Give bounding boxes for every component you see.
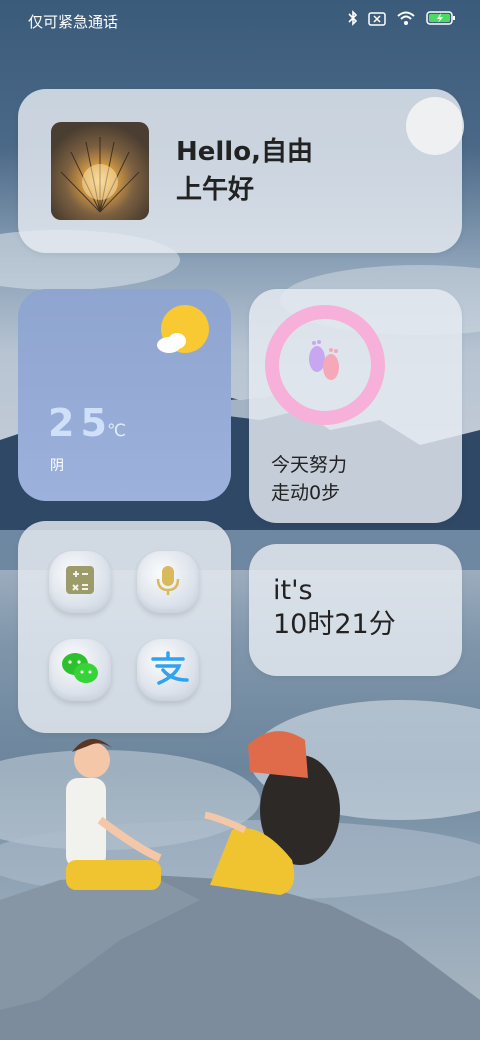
clock-text: it's 10时21分	[273, 574, 396, 642]
temperature: 25	[48, 401, 113, 445]
steps-line-1: 今天努力	[271, 454, 348, 476]
calculator-app-button[interactable]	[49, 551, 111, 613]
weather-condition: 阴	[50, 458, 64, 474]
greeting-widget[interactable]: Hello,自由 上午好	[18, 89, 464, 253]
steps-widget[interactable]: 今天努力 走动0步	[249, 289, 462, 523]
wechat-app-button[interactable]	[49, 639, 111, 701]
no-sim-icon	[368, 11, 386, 30]
clock-line-2: 10时21分	[273, 609, 396, 640]
wifi-icon	[396, 10, 416, 30]
status-bar: 仅可紧急通话	[0, 0, 480, 40]
alipay-icon	[147, 650, 189, 690]
decorative-circle	[406, 97, 464, 155]
bluetooth-icon	[348, 10, 358, 30]
voice-recorder-icon	[151, 563, 185, 601]
steps-line-2: 走动0步	[271, 482, 341, 504]
battery-charging-icon	[426, 10, 456, 30]
greeting-line-1: Hello,自由	[176, 137, 313, 167]
carrier-label: 仅可紧急通话	[28, 13, 119, 31]
weather-widget[interactable]: 25 ℃ 阴	[18, 289, 231, 501]
partly-cloudy-icon	[155, 303, 211, 363]
greeting-line-2: 上午好	[176, 175, 255, 205]
calculator-icon	[63, 563, 97, 601]
alipay-app-button[interactable]	[137, 639, 199, 701]
wechat-icon	[60, 650, 100, 690]
footprints-icon	[305, 339, 345, 389]
temperature-unit: ℃	[107, 421, 127, 441]
voice-recorder-app-button[interactable]	[137, 551, 199, 613]
app-shortcuts-widget	[18, 521, 231, 733]
steps-text: 今天努力 走动0步	[271, 451, 347, 507]
avatar	[51, 122, 149, 220]
status-icons	[348, 10, 456, 30]
clock-line-1: it's	[273, 575, 313, 606]
clock-widget[interactable]: it's 10时21分	[249, 544, 462, 676]
greeting-text: Hello,自由 上午好	[176, 133, 313, 209]
